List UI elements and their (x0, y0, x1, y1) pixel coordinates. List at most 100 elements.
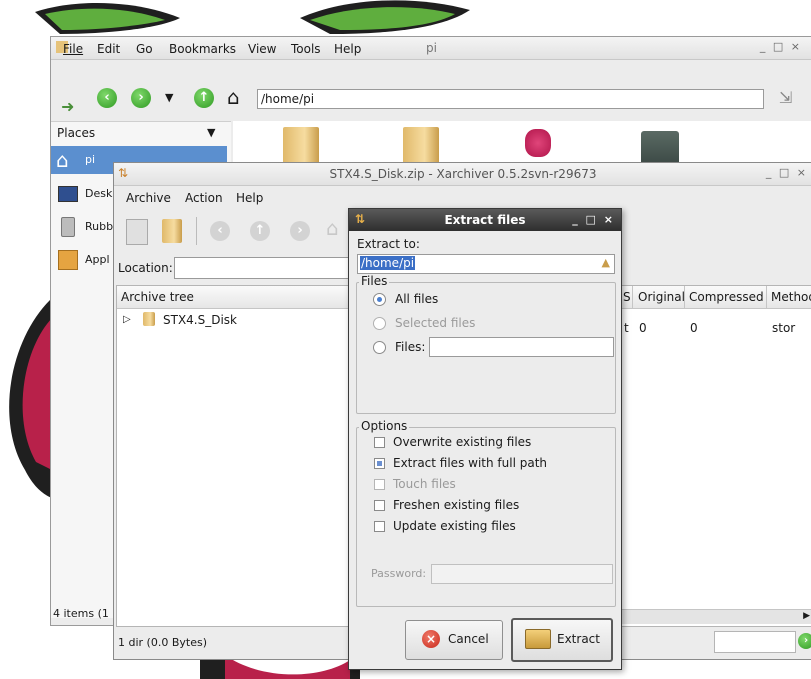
window-controls[interactable]: _ □ × (760, 40, 802, 53)
all-files-label: All files (395, 292, 439, 306)
progress-field (714, 631, 796, 653)
cancel-label: Cancel (448, 632, 489, 646)
extract-to-text: /home/pi (360, 256, 416, 270)
tree-item[interactable]: STX4.S_Disk (163, 313, 237, 327)
selected-files-radio[interactable] (373, 317, 386, 330)
home-icon[interactable]: ⌂ (227, 85, 240, 109)
options-legend: Options (359, 419, 410, 433)
menu-file[interactable]: File (63, 42, 83, 56)
overwrite-checkbox[interactable] (374, 437, 385, 448)
forward-icon[interactable]: › (131, 88, 151, 108)
back-icon[interactable]: ‹ (97, 88, 117, 108)
new-tab-icon[interactable]: ➜ (61, 97, 74, 116)
sidebar-item-label: Appl (85, 253, 110, 266)
column-header-original[interactable]: Original (638, 290, 685, 304)
menu-go[interactable]: Go (136, 42, 153, 56)
extract-icon (525, 629, 551, 649)
window-controls[interactable]: _ □ × (572, 213, 615, 226)
menu-help[interactable]: Help (334, 42, 361, 56)
all-files-radio[interactable] (373, 293, 386, 306)
scroll-right-icon[interactable]: ▶ (803, 611, 810, 621)
folder-icon[interactable] (283, 127, 319, 167)
home-icon[interactable]: ⌂ (326, 216, 339, 240)
menu-tools[interactable]: Tools (291, 42, 321, 56)
cancel-button[interactable]: × Cancel (405, 620, 503, 660)
table-cell: stor (772, 321, 796, 335)
touch-checkbox[interactable] (374, 479, 385, 490)
up-icon[interactable]: ↑ (194, 88, 214, 108)
files-radio[interactable] (373, 341, 386, 354)
overwrite-label: Overwrite existing files (393, 435, 532, 449)
extract-button[interactable]: Extract (511, 618, 613, 662)
update-label: Update existing files (393, 519, 516, 533)
table-cell: t (624, 321, 629, 335)
archive-tree: Archive tree ▷ STX4.S_Disk (116, 285, 354, 627)
folder-icon (143, 312, 155, 326)
extract-to-label: Extract to: (357, 237, 420, 251)
window-title: STX4.S_Disk.zip - Xarchiver 0.5.2svn-r29… (329, 167, 597, 181)
status-bar: 1 dir (0.0 Bytes) (118, 636, 207, 649)
desktop-icon (58, 186, 78, 202)
window-title: pi (426, 41, 437, 55)
cancel-icon: × (422, 630, 440, 648)
freshen-label: Freshen existing files (393, 498, 520, 512)
ok-icon: › (798, 633, 811, 649)
sidebar-item-label: pi (85, 153, 96, 166)
full-path-label: Extract files with full path (393, 456, 548, 470)
freshen-checkbox[interactable] (374, 500, 385, 511)
full-path-checkbox[interactable] (374, 458, 385, 469)
update-checkbox[interactable] (374, 521, 385, 532)
xarchiver-titlebar: ⇅ STX4.S_Disk.zip - Xarchiver 0.5.2svn-r… (114, 163, 811, 186)
window-controls[interactable]: _ □ × (766, 166, 808, 179)
back-icon[interactable]: ‹ (210, 221, 230, 241)
menu-bookmarks[interactable]: Bookmarks (169, 42, 236, 56)
new-archive-icon[interactable] (126, 219, 148, 245)
applications-icon (58, 250, 78, 270)
extract-to-field[interactable]: /home/pi ▲ (357, 254, 615, 274)
places-dropdown-icon[interactable]: ▼ (207, 126, 215, 139)
folder-icon[interactable] (403, 127, 439, 167)
extract-dialog: ⇅ Extract files _ □ × Extract to: /home/… (348, 208, 622, 670)
files-label: Files: (395, 340, 426, 354)
touch-label: Touch files (393, 477, 456, 491)
files-legend: Files (359, 274, 390, 288)
sidebar-item-label: Desk (85, 187, 113, 200)
path-text: /home/pi (261, 92, 315, 106)
archive-tree-header-label: Archive tree (121, 290, 194, 304)
column-header-method[interactable]: Method (771, 290, 811, 304)
location-label: Location: (118, 261, 173, 275)
menu-action[interactable]: Action (185, 191, 223, 205)
selected-files-label: Selected files (395, 316, 476, 330)
menu-help[interactable]: Help (236, 191, 263, 205)
file-manager-titlebar: pi _ □ × (51, 37, 811, 60)
go-icon[interactable]: ⇲ (779, 88, 792, 107)
menu-edit[interactable]: Edit (97, 42, 120, 56)
menu-archive[interactable]: Archive (126, 191, 171, 205)
raspberry-icon[interactable] (525, 129, 551, 157)
column-header-compressed[interactable]: Compressed (689, 290, 764, 304)
forward-icon[interactable]: › (290, 221, 310, 241)
table-cell: 0 (690, 321, 698, 335)
location-field[interactable] (174, 257, 356, 279)
dialog-titlebar: ⇅ Extract files _ □ × (349, 209, 621, 231)
path-field[interactable]: /home/pi (257, 89, 764, 109)
menu-view[interactable]: View (248, 42, 276, 56)
sidebar-item-label: Rubb (85, 220, 114, 233)
extract-label: Extract (557, 632, 600, 646)
expand-icon[interactable]: ▷ (123, 314, 131, 325)
files-pattern-field[interactable] (429, 337, 614, 357)
history-dropdown-icon[interactable]: ▼ (165, 91, 173, 104)
status-bar: 4 items (1 (53, 607, 109, 620)
trash-icon (61, 217, 75, 237)
browse-folder-icon[interactable]: ▲ (602, 256, 610, 269)
open-archive-icon[interactable] (162, 219, 182, 243)
up-icon[interactable]: ↑ (250, 221, 270, 241)
home-icon: ⌂ (56, 148, 69, 172)
toolbar-separator (196, 217, 197, 245)
column-header-size[interactable]: S (623, 290, 631, 304)
archive-tree-header[interactable]: Archive tree (117, 286, 353, 309)
places-label: Places (57, 126, 96, 140)
table-cell: 0 (639, 321, 647, 335)
password-label: Password: (371, 567, 427, 580)
password-field[interactable] (431, 564, 613, 584)
